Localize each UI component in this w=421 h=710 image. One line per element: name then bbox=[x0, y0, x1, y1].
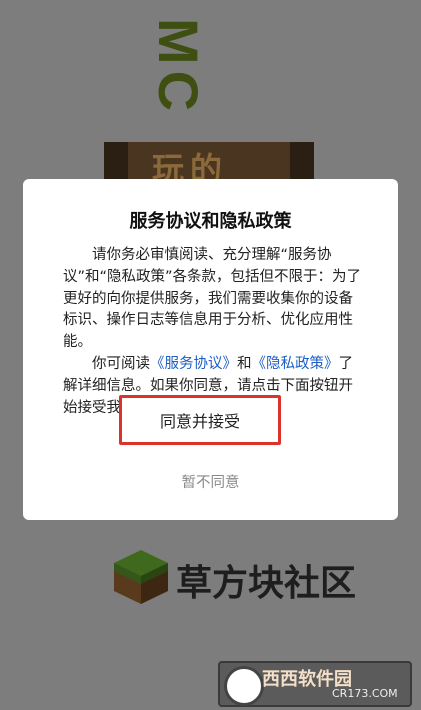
privacy-dialog: 服务协议和隐私政策 请你务必审慎阅读、充分理解“服务协议”和“隐私政策”各条款，… bbox=[23, 179, 398, 520]
brand-name: 草方块社区 bbox=[176, 563, 357, 604]
splash-logo-text: 玩的 bbox=[152, 150, 229, 182]
service-agreement-link[interactable]: 《服务协议》 bbox=[150, 356, 237, 372]
p2-text-before: 你可阅读 bbox=[92, 355, 150, 372]
site-watermark: 西西软件园 CR173.COM bbox=[218, 661, 412, 707]
watermark-logo-icon bbox=[224, 666, 264, 706]
watermark-domain: CR173.COM bbox=[332, 687, 398, 700]
agree-button[interactable]: 同意并接受 bbox=[119, 395, 281, 445]
p2-text-and: 和 bbox=[237, 355, 252, 372]
dialog-paragraph-1: 请你务必审慎阅读、充分理解“服务协议”和“隐私政策”各条款，包括但不限于：为了更… bbox=[63, 247, 362, 351]
privacy-policy-link[interactable]: 《隐私政策》 bbox=[252, 356, 339, 372]
dialog-body: 请你务必审慎阅读、充分理解“服务协议”和“隐私政策”各条款，包括但不限于：为了更… bbox=[63, 245, 364, 419]
grass-block-icon bbox=[114, 550, 168, 604]
logo-right-block bbox=[290, 142, 314, 182]
dialog-title: 服务协议和隐私政策 bbox=[129, 211, 292, 232]
decline-button[interactable]: 暂不同意 bbox=[23, 471, 398, 492]
logo-left-block bbox=[104, 142, 128, 182]
splash-logo-banner: 玩的 bbox=[104, 142, 314, 182]
